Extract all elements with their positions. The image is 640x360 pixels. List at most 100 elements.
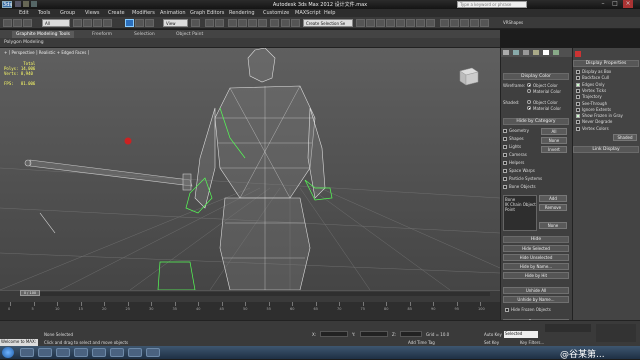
display-property-checkbox[interactable] — [576, 88, 580, 93]
display-color-rollout[interactable]: Display Color — [503, 73, 569, 80]
lights-checkbox[interactable] — [503, 145, 507, 149]
none-list-button[interactable]: None — [539, 222, 567, 229]
hide-frozen-checkbox[interactable] — [505, 308, 509, 312]
add-time-tag[interactable]: Add Time Tag — [408, 340, 435, 345]
color-swatch[interactable] — [575, 51, 581, 57]
track-bar[interactable]: 0 5 10 15 20 25 30 35 40 45 50 55 60 65 70 75 80 85 90 95 10… — [0, 302, 500, 320]
menu-rendering[interactable]: Rendering — [229, 10, 255, 16]
menu-modifiers[interactable]: Modifiers — [132, 10, 155, 16]
named-selection-sets[interactable]: Create Selection Se — [303, 19, 353, 27]
taskbar-app-icon[interactable] — [92, 348, 106, 357]
set-key-label[interactable]: Set Key — [484, 340, 499, 345]
hierarchy-tab-icon[interactable] — [523, 50, 529, 55]
taskbar-app-icon[interactable] — [74, 348, 88, 357]
select-manipulate-icon[interactable] — [205, 19, 214, 27]
cameras-checkbox[interactable] — [503, 153, 507, 157]
display-property-checkbox[interactable] — [576, 126, 580, 131]
window-crossing-icon[interactable] — [103, 19, 112, 27]
playback-controls[interactable] — [545, 324, 591, 332]
modify-tab-icon[interactable] — [513, 50, 519, 55]
bone-objects-checkbox[interactable] — [503, 185, 507, 189]
schematic-view-icon[interactable] — [386, 19, 395, 27]
hide-rollout[interactable]: Hide — [503, 236, 569, 243]
all-button[interactable]: All — [541, 128, 567, 135]
select-scale-icon[interactable] — [145, 19, 154, 27]
wireframe-object-color-radio[interactable] — [527, 83, 531, 87]
tab-selection[interactable]: Selection — [130, 31, 159, 38]
keyboard-shortcut-icon[interactable] — [215, 19, 224, 27]
angle-snap-icon[interactable] — [238, 19, 247, 27]
vray-sun-icon[interactable] — [470, 19, 479, 27]
hide-by-hit-button[interactable]: Hide by Hit — [503, 272, 569, 279]
material-editor-icon[interactable] — [396, 19, 405, 27]
start-button-icon[interactable] — [2, 347, 14, 358]
display-property-checkbox[interactable] — [576, 82, 580, 87]
utilities-tab-icon[interactable] — [553, 50, 559, 55]
motion-tab-icon[interactable] — [533, 50, 539, 55]
menu-edit[interactable]: Edit — [19, 10, 29, 16]
percent-snap-icon[interactable] — [248, 19, 257, 27]
taskbar-app-icon[interactable] — [38, 348, 52, 357]
taskbar-app-icon[interactable] — [56, 348, 70, 357]
menu-customize[interactable]: Customize — [263, 10, 289, 16]
vray-light-icon[interactable] — [460, 19, 469, 27]
time-slider-track[interactable] — [20, 292, 490, 296]
display-tab-icon[interactable] — [543, 50, 549, 55]
hide-by-category-rollout[interactable]: Hide by Category — [503, 118, 569, 125]
display-property-checkbox[interactable] — [576, 70, 580, 74]
space-warps-checkbox[interactable] — [503, 169, 507, 173]
curve-editor-icon[interactable] — [376, 19, 385, 27]
link-icon[interactable] — [23, 19, 32, 27]
viewport-label[interactable]: + ] Perspective ] Realistic + Edged Face… — [4, 50, 89, 55]
rendered-frame-icon[interactable] — [416, 19, 425, 27]
edit-named-selections-icon[interactable] — [270, 19, 279, 27]
undo-icon[interactable] — [3, 19, 12, 27]
display-properties-rollout[interactable]: Display Properties — [573, 60, 639, 67]
unhide-all-button[interactable]: Unhide All — [503, 287, 569, 294]
render-setup-icon[interactable] — [406, 19, 415, 27]
display-property-checkbox[interactable] — [576, 120, 580, 125]
menu-maxscript[interactable]: MAXScript — [295, 10, 321, 16]
link-display-rollout[interactable]: Link Display — [573, 146, 639, 153]
menu-graph-editors[interactable]: Graph Editors — [190, 10, 224, 16]
display-property-checkbox[interactable] — [576, 95, 580, 100]
time-slider-handle[interactable]: 0 / 100 — [20, 290, 40, 296]
select-move-icon[interactable] — [125, 19, 134, 27]
display-property-checkbox[interactable] — [576, 76, 580, 81]
geometry-checkbox[interactable] — [503, 129, 507, 133]
minimize-button[interactable]: – — [598, 0, 608, 8]
none-button[interactable]: None — [541, 137, 567, 144]
select-object-icon[interactable] — [73, 19, 82, 27]
perspective-viewport[interactable]: + ] Perspective ] Realistic + Edged Face… — [0, 48, 500, 290]
graphite-ribbon-icon[interactable] — [366, 19, 375, 27]
add-button[interactable]: Add — [539, 195, 567, 202]
spinner-snap-icon[interactable] — [258, 19, 267, 27]
particle-systems-checkbox[interactable] — [503, 177, 507, 181]
viewport-navigation-controls[interactable] — [596, 324, 636, 342]
align-icon[interactable] — [291, 19, 300, 27]
unhide-by-name-button[interactable]: Unhide by Name... — [503, 296, 569, 303]
viewcube-icon[interactable] — [456, 65, 480, 87]
auto-key-label[interactable]: Auto Key — [484, 332, 502, 337]
x-coordinate-field[interactable] — [320, 331, 348, 337]
taskbar-app-icon[interactable] — [146, 348, 160, 357]
selection-filter-dropdown[interactable]: All — [42, 19, 70, 27]
invert-button[interactable]: Invert — [541, 146, 567, 153]
hide-selected-button[interactable]: Hide Selected — [503, 245, 569, 252]
shaded-material-color-radio[interactable] — [527, 106, 531, 110]
list-item[interactable]: Point — [505, 207, 515, 212]
tab-graphite-modeling-tools[interactable]: Graphite Modeling Tools — [12, 31, 75, 38]
hide-unselected-button[interactable]: Hide Unselected — [503, 254, 569, 261]
key-filters-button[interactable]: Key Filters... — [520, 340, 544, 345]
shapes-checkbox[interactable] — [503, 137, 507, 141]
hide-by-name-button[interactable]: Hide by Name... — [503, 263, 569, 270]
menu-group[interactable]: Group — [60, 10, 75, 16]
wireframe-material-color-radio[interactable] — [527, 89, 531, 93]
redo-icon[interactable] — [13, 19, 22, 27]
helpers-checkbox[interactable] — [503, 161, 507, 165]
menu-help[interactable]: Help — [324, 10, 335, 16]
select-rotate-icon[interactable] — [135, 19, 144, 27]
maximize-button[interactable]: □ — [610, 0, 620, 8]
mirror-icon[interactable] — [281, 19, 290, 27]
remove-button[interactable]: Remove — [539, 204, 567, 211]
